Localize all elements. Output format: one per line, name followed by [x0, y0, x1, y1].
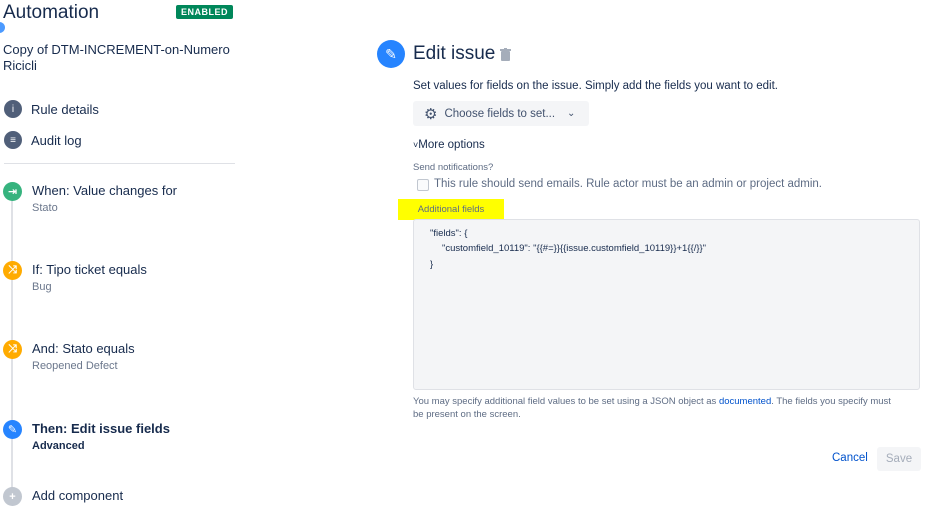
additional-fields-help-line2: be present on the screen. [413, 409, 521, 420]
chevron-down-icon: ⌄ [567, 108, 576, 119]
step-subtitle: Bug [32, 281, 52, 293]
additional-fields-label: Additional fields [398, 199, 504, 220]
step-title: Then: Edit issue fields [32, 421, 170, 436]
editor-description: Set values for fields on the issue. Simp… [413, 80, 779, 92]
json-line: "fields": { [430, 228, 468, 239]
step-subtitle: Stato [32, 202, 58, 214]
help-text: . The fields you specify must [771, 396, 891, 407]
step-title: When: Value changes for [32, 183, 178, 198]
save-button[interactable]: Save [877, 447, 921, 471]
add-component-label: Add component [32, 488, 124, 503]
documented-link[interactable]: documented [719, 396, 771, 407]
more-options-label: More options [418, 139, 485, 151]
json-line: } [430, 259, 434, 270]
choose-fields-label: Choose fields to set... [444, 107, 556, 120]
more-options-toggle[interactable]: ˅More options [413, 139, 485, 151]
step-title: And: Stato equals [32, 341, 135, 356]
status-badge: ENABLED [176, 5, 234, 19]
additional-fields-textarea[interactable]: "fields": { "customfield_10119": "{{#=}}… [413, 219, 920, 390]
nav-audit-log-label: Audit log [31, 132, 82, 148]
json-line: "customfield_10119": "{{#=}}{{issue.cust… [442, 243, 707, 254]
trigger-icon: ⇥ [3, 182, 22, 201]
send-notifications-label: Send notifications? [413, 162, 494, 173]
send-notifications-checkbox-label: This rule should send emails. Rule actor… [434, 178, 822, 190]
step-subtitle: Reopened Defect [32, 360, 118, 372]
rule-name: Copy of DTM-INCREMENT-on-Numero Ricicli [3, 42, 230, 73]
nav-audit-log[interactable]: ≡ Audit log [4, 130, 82, 150]
nav-divider [4, 163, 235, 164]
pencil-icon: ✎ [377, 40, 405, 68]
list-icon: ≡ [4, 131, 22, 149]
plus-icon: + [3, 487, 22, 506]
step-title: If: Tipo ticket equals [32, 262, 147, 277]
help-text: You may specify additional field values … [413, 396, 719, 407]
nav-rule-details-label: Rule details [31, 101, 99, 117]
info-icon: i [4, 100, 22, 118]
trash-icon[interactable] [500, 48, 511, 64]
send-notifications-checkbox[interactable] [417, 179, 429, 191]
nav-rule-details[interactable]: i Rule details [4, 99, 99, 119]
additional-fields-help: You may specify additional field values … [413, 396, 891, 407]
gear-icon: ⚙ [424, 105, 438, 123]
condition-icon: ⤨ [3, 261, 22, 280]
app-title: Automation [3, 2, 100, 23]
choose-fields-button[interactable]: ⚙ Choose fields to set... ⌄ [413, 101, 589, 126]
cancel-button[interactable]: Cancel [832, 452, 868, 464]
step-subtitle: Advanced [32, 440, 85, 452]
editor-title: Edit issue [413, 43, 496, 64]
pencil-icon: ✎ [3, 420, 22, 439]
condition-icon: ⤨ [3, 340, 22, 359]
